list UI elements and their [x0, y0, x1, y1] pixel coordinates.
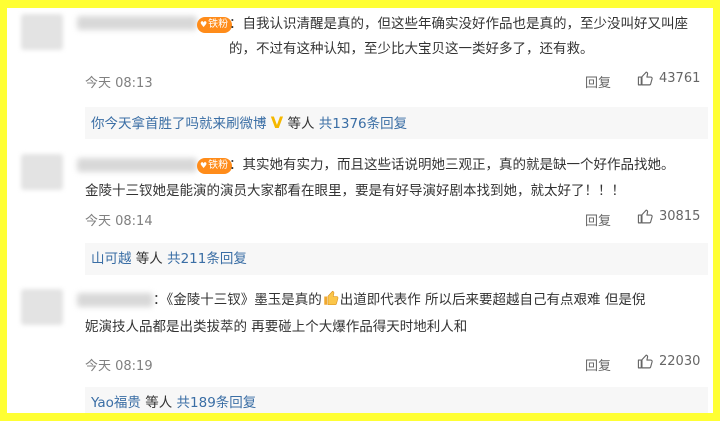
comment-text-line1: ：其实她有实力，而且这些话说明她三观正，真的就是缺一个好作品找她。	[229, 157, 675, 173]
username-blurred[interactable]	[77, 293, 153, 307]
comment-text: ：自我认识清醒是真的，但这些年确实没好作品也是真的，至少没叫好又叫座的，不过有这…	[229, 12, 699, 62]
like-count: 30815	[659, 209, 701, 224]
like-button[interactable]: 22030	[637, 353, 700, 370]
reply-count-link[interactable]: 共189条回复	[177, 395, 257, 411]
comment-body: ：自我认识清醒是真的，但这些年确实没好作品也是真的，至少没叫好又叫座的，不过有这…	[229, 16, 688, 57]
fan-badge: 铁粉	[197, 17, 233, 33]
reply-summary[interactable]: 山可越 等人 共211条回复	[85, 243, 708, 275]
avatar[interactable]	[21, 14, 63, 50]
reply-button[interactable]: 回复	[585, 210, 611, 229]
like-count: 22030	[659, 354, 701, 369]
reply-summary[interactable]: 你今天拿首胜了吗就来刷微博 V 等人 共1376条回复	[85, 107, 708, 139]
reply-etc: 等人	[145, 395, 173, 411]
thumbs-up-icon	[637, 354, 653, 369]
avatar[interactable]	[21, 154, 63, 190]
username-blurred[interactable]	[77, 16, 197, 30]
thumbs-up-icon	[637, 209, 653, 224]
comment-text-line1: ：《金陵十三钗》墨玉是真的 出道即代表作 所以后来要超越自己有点艰难 但是倪	[153, 288, 713, 313]
username-blurred[interactable]	[77, 158, 197, 172]
comment-time: 今天 08:13	[85, 76, 153, 91]
thumbs-up-emoji	[324, 290, 339, 306]
reply-user[interactable]: 山可越	[91, 251, 132, 267]
reply-user[interactable]: 你今天拿首胜了吗就来刷微博	[91, 116, 267, 132]
reply-count-link[interactable]: 共1376条回复	[319, 116, 407, 132]
reply-etc: 等人	[135, 251, 163, 267]
reply-count-link[interactable]: 共211条回复	[167, 251, 247, 267]
like-count: 43761	[659, 71, 701, 86]
comment-text-a: ：《金陵十三钗》墨玉是真的	[153, 292, 322, 308]
like-button[interactable]: 30815	[637, 208, 700, 225]
like-button[interactable]: 43761	[637, 70, 700, 87]
comment-time: 今天 08:14	[85, 214, 153, 229]
avatar[interactable]	[21, 289, 63, 325]
comment-text-line2: 金陵十三钗她是能演的演员大家都看在眼里，要是有好导演好剧本找到她，就太好了！！！	[85, 183, 625, 199]
comment-time: 今天 08:19	[85, 359, 153, 374]
reply-user[interactable]: Yao福贵	[91, 395, 141, 411]
comment-list: 铁粉 ：自我认识清醒是真的，但这些年确实没好作品也是真的，至少没叫好又叫座的，不…	[7, 8, 713, 413]
reply-summary[interactable]: Yao福贵 等人 共189条回复	[85, 387, 708, 413]
reply-etc: 等人	[287, 116, 315, 132]
reply-button[interactable]: 回复	[585, 355, 611, 374]
reply-button[interactable]: 回复	[585, 72, 611, 91]
thumbs-up-icon	[637, 71, 653, 86]
comment-text-line2: 妮演技人品都是出类拔萃的 再要碰上个大爆作品得天时地利人和	[85, 319, 468, 335]
fan-badge: 铁粉	[197, 158, 233, 174]
v-badge-icon: V	[270, 113, 284, 132]
comment-text-b: 出道即代表作 所以后来要超越自己有点艰难 但是倪	[339, 292, 646, 308]
